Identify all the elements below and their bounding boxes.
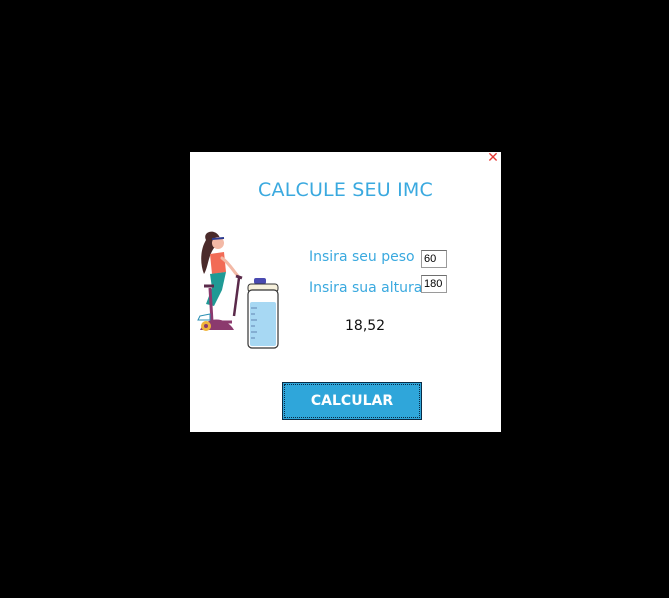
imc-calculator-window: ✕ CALCULE SEU IMC Insira seu peso 60 Ins… xyxy=(190,151,501,432)
height-input[interactable] xyxy=(421,275,447,293)
page-title: CALCULE SEU IMC xyxy=(258,179,433,201)
close-icon[interactable]: ✕ xyxy=(487,151,499,165)
woman-exercise-bike-with-water-bottle-icon xyxy=(197,231,279,349)
weight-input[interactable] xyxy=(421,250,447,268)
height-label: Insira sua altura xyxy=(309,280,423,296)
calculate-button[interactable]: CALCULAR xyxy=(282,382,422,420)
weight-label: Insira seu peso xyxy=(309,249,415,265)
imc-result: 18,52 xyxy=(345,318,386,334)
